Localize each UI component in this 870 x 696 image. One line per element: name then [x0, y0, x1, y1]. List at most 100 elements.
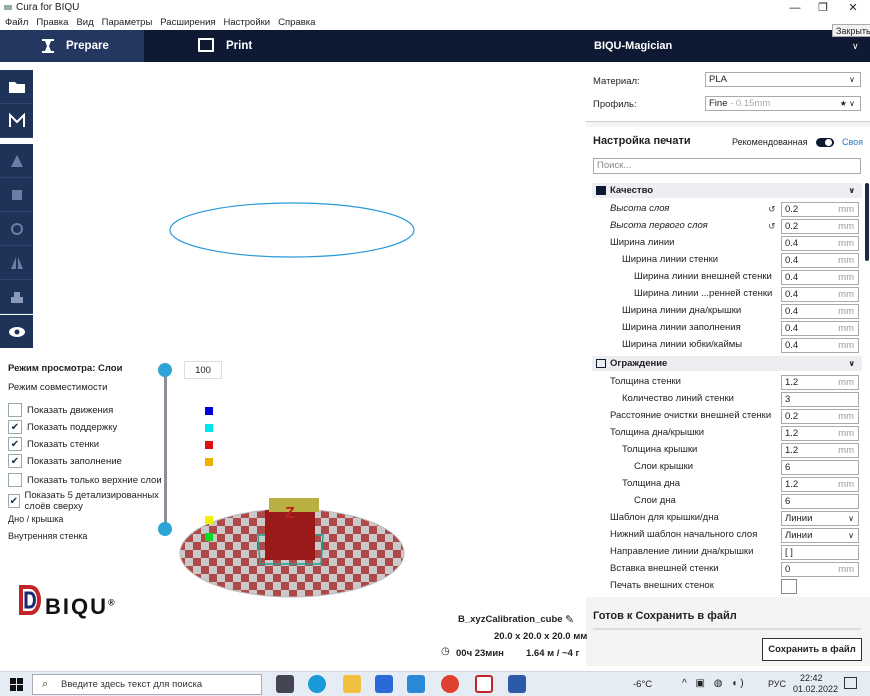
setting-input[interactable]: 0.4 mm: [781, 321, 859, 336]
setting-unit: mm: [838, 479, 854, 490]
mode-toggle[interactable]: [816, 138, 834, 147]
edge-icon[interactable]: [308, 675, 326, 693]
option-five-top-layers[interactable]: ✔ Показать 5 детализированных слоёв свер…: [8, 490, 180, 512]
chevron-down-icon[interactable]: ∨: [849, 183, 856, 198]
setting-input[interactable]: 1.2 mm: [781, 375, 859, 390]
clock-time[interactable]: 22:42: [800, 673, 823, 683]
move-tool[interactable]: [0, 144, 33, 178]
setting-input[interactable]: 0.4 mm: [781, 236, 859, 251]
setting-input[interactable]: 1.2 mm: [781, 443, 859, 458]
setting-input[interactable]: 0.4 mm: [781, 270, 859, 285]
checkbox-show-travels[interactable]: [8, 403, 22, 417]
material-select[interactable]: PLA ∨: [705, 72, 861, 87]
layer-slider-top-handle[interactable]: [158, 363, 172, 377]
setting-label: Ширина линии внешней стенки: [634, 271, 772, 282]
windows-start-icon[interactable]: [10, 678, 24, 692]
settings-scrollbar[interactable]: [865, 183, 869, 261]
cura-icon[interactable]: [475, 675, 493, 693]
setting-unit: mm: [838, 255, 854, 266]
setting-input[interactable]: 0.2 mm: [781, 202, 859, 217]
tab-prepare[interactable]: Prepare: [0, 30, 144, 62]
menu-extensions[interactable]: Расширения: [160, 16, 215, 30]
setting-input[interactable]: 0.2 mm: [781, 409, 859, 424]
weather-temp[interactable]: -6°C: [633, 679, 652, 690]
profile-select[interactable]: Fine - 0.15mm ★ ∨: [705, 96, 861, 111]
settings-section-header[interactable]: Ограждение ∨: [592, 356, 862, 371]
setting-input[interactable]: 0.4 mm: [781, 304, 859, 319]
setting-label: Вставка внешней стенки: [610, 563, 719, 574]
option-show-support[interactable]: ✔ Показать поддержку: [8, 419, 117, 435]
menu-file[interactable]: Файл: [5, 16, 28, 30]
mail-icon[interactable]: [375, 675, 393, 693]
mirror-tool[interactable]: [0, 246, 33, 280]
printer-selector[interactable]: BIQU-Magician: [594, 30, 672, 62]
checkbox-five-top-layers[interactable]: ✔: [8, 494, 20, 508]
layer-slider-track[interactable]: [164, 369, 167, 529]
option-show-walls[interactable]: ✔ Показать стенки: [8, 436, 99, 452]
app-f-icon[interactable]: [407, 675, 425, 693]
layer-slider-bottom-handle[interactable]: [158, 522, 172, 536]
view-mode-button[interactable]: [0, 315, 33, 348]
option-show-travels[interactable]: Показать движения: [8, 402, 113, 418]
menu-settings[interactable]: Параметры: [102, 16, 153, 30]
close-button[interactable]: ✕: [838, 0, 868, 16]
support-blocker-tool[interactable]: [0, 280, 33, 314]
option-label: Показать 5 детализированных слоёв сверху: [24, 490, 159, 512]
setting-input[interactable]: 3: [781, 392, 859, 407]
menu-view[interactable]: Вид: [76, 16, 93, 30]
setting-input[interactable]: 0.4 mm: [781, 338, 859, 353]
language-indicator[interactable]: РУС: [768, 679, 786, 689]
notifications-icon[interactable]: [844, 677, 857, 689]
rotate-tool[interactable]: [0, 212, 33, 246]
taskbar-search[interactable]: ⌕ Введите здесь текст для поиска: [32, 674, 262, 695]
setting-input[interactable]: 0 mm: [781, 562, 859, 577]
menu-edit[interactable]: Правка: [36, 16, 68, 30]
setting-input[interactable]: 0.4 mm: [781, 253, 859, 268]
marketplace-button[interactable]: [0, 104, 33, 138]
reset-icon[interactable]: ↺: [768, 218, 776, 234]
setting-select[interactable]: Линии ∨: [781, 528, 859, 543]
checkbox-top-layers-only[interactable]: [8, 473, 22, 487]
system-tray-icons[interactable]: ^ ▣ ◍ ◖): [682, 678, 747, 689]
checkbox-show-support[interactable]: ✔: [8, 420, 22, 434]
reset-icon[interactable]: ↺: [768, 201, 776, 217]
mode-recommended[interactable]: Рекомендованная: [732, 137, 808, 147]
menu-help[interactable]: Справка: [278, 16, 315, 30]
clock-date[interactable]: 01.02.2022: [793, 684, 838, 694]
file-explorer-icon[interactable]: [343, 675, 361, 693]
setting-unit: mm: [838, 238, 854, 249]
setting-input[interactable]: 6: [781, 460, 859, 475]
mode-custom[interactable]: Своя: [842, 137, 863, 147]
minimize-button[interactable]: —: [780, 0, 810, 16]
setting-checkbox[interactable]: [781, 579, 797, 594]
settings-search-input[interactable]: Поиск...: [593, 158, 861, 174]
chrome-icon[interactable]: [441, 675, 459, 693]
photos-icon[interactable]: [508, 675, 526, 693]
material-label: Материал:: [593, 76, 640, 87]
setting-value: 0.4: [785, 340, 799, 351]
restore-button[interactable]: ❐: [808, 0, 838, 16]
setting-input[interactable]: [ ]: [781, 545, 859, 560]
settings-section-header[interactable]: Качество ∨: [592, 183, 862, 198]
layer-number-input[interactable]: 100: [184, 361, 222, 379]
tab-print[interactable]: Print: [196, 30, 296, 62]
option-top-layers-only[interactable]: Показать только верхние слои: [8, 472, 162, 488]
setting-input[interactable]: 1.2 mm: [781, 477, 859, 492]
chevron-down-icon[interactable]: ∨: [849, 356, 856, 371]
setting-input[interactable]: 6: [781, 494, 859, 509]
setting-input[interactable]: 0.2 mm: [781, 219, 859, 234]
checkbox-show-infill[interactable]: ✔: [8, 454, 22, 468]
open-file-button[interactable]: [0, 70, 33, 104]
setting-input[interactable]: 0.4 mm: [781, 287, 859, 302]
task-view-icon[interactable]: [276, 675, 294, 693]
scale-tool[interactable]: [0, 178, 33, 212]
setting-row: Ширина линии дна/крышки 0.4 mm: [592, 303, 862, 319]
save-to-file-button[interactable]: Сохранить в файл: [762, 638, 862, 661]
setting-input[interactable]: 1.2 mm: [781, 426, 859, 441]
setting-select[interactable]: Линии ∨: [781, 511, 859, 526]
edit-pencil-icon[interactable]: ✎: [565, 613, 574, 626]
checkbox-show-walls[interactable]: ✔: [8, 437, 22, 451]
setting-unit: mm: [838, 564, 854, 575]
option-show-infill[interactable]: ✔ Показать заполнение: [8, 453, 122, 469]
menu-preferences[interactable]: Настройки: [224, 16, 271, 30]
